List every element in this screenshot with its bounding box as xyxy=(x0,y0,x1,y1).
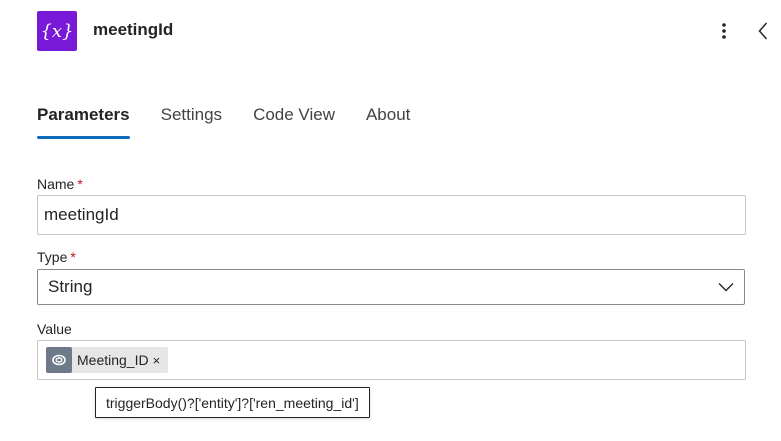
token-remove-button[interactable]: × xyxy=(153,353,161,368)
dynamic-content-token[interactable]: Meeting_ID × xyxy=(46,347,169,373)
name-label-text: Name xyxy=(37,176,75,192)
variable-panel: {x} meetingId Parameters Settings Code V… xyxy=(0,0,781,441)
type-selected-value: String xyxy=(48,277,93,296)
tab-about[interactable]: About xyxy=(366,103,410,127)
token-expression-tooltip: triggerBody()?['entity']?['ren_meeting_i… xyxy=(95,387,370,418)
tab-settings[interactable]: Settings xyxy=(161,103,222,127)
chevron-down-icon xyxy=(718,283,734,292)
variable-icon: {x} xyxy=(37,11,77,51)
name-label: Name * xyxy=(37,176,83,192)
name-field[interactable] xyxy=(37,195,746,235)
value-expression-field[interactable]: Meeting_ID × xyxy=(37,340,746,380)
required-marker: * xyxy=(70,249,76,265)
tab-bar: Parameters Settings Code View About xyxy=(37,103,441,143)
variable-icon-glyph: {x} xyxy=(40,20,74,42)
token-label: Meeting_ID xyxy=(77,352,149,368)
panel-title: meetingId xyxy=(93,20,174,39)
chevron-left-icon xyxy=(758,22,768,40)
collapse-panel-button[interactable] xyxy=(752,19,774,43)
value-label: Value xyxy=(37,321,72,337)
type-dropdown[interactable]: String xyxy=(37,269,745,305)
tab-code-view[interactable]: Code View xyxy=(253,103,335,127)
type-label: Type * xyxy=(37,249,76,265)
type-label-text: Type xyxy=(37,249,68,265)
more-options-button[interactable] xyxy=(714,20,734,42)
more-vertical-icon xyxy=(722,23,726,39)
required-marker: * xyxy=(77,176,83,192)
tab-parameters[interactable]: Parameters xyxy=(37,103,130,139)
dataverse-icon xyxy=(46,347,72,373)
